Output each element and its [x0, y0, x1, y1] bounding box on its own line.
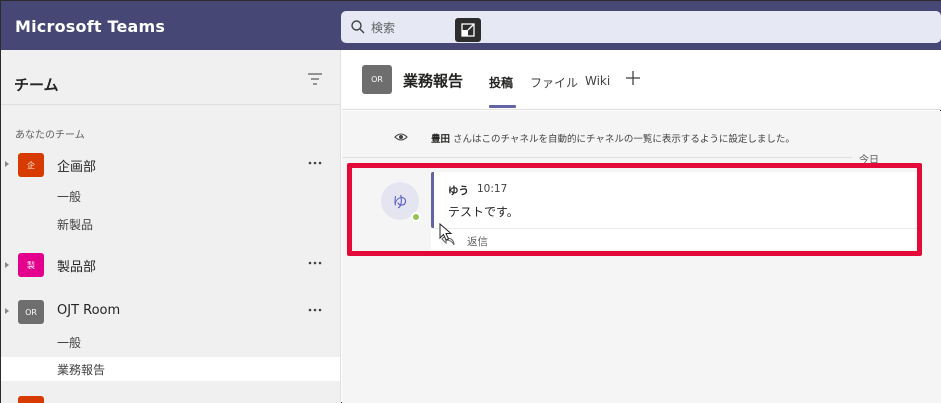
system-message-actor: 豊田 [431, 134, 451, 145]
channel-item-business-report[interactable]: 業務報告 [1, 357, 340, 381]
team-name: 製品部 [57, 260, 97, 275]
active-tab-indicator [489, 105, 516, 108]
more-options-icon[interactable] [307, 260, 323, 266]
channel-header: OR 業務報告 投稿 ファイル Wiki [342, 50, 941, 110]
system-message-text: 豊田 さんはこのチャネルを自動的にチャネルの一覧に表示するように設定しました。 [431, 131, 795, 145]
team-avatar: 企 [18, 153, 44, 177]
mouse-cursor-icon [439, 223, 453, 241]
eye-icon [394, 133, 408, 141]
team-avatar: OR [18, 300, 44, 324]
team-item-product[interactable]: 製 製品部 [1, 248, 340, 280]
team-avatar [18, 396, 44, 403]
message-body: テストです。 [448, 205, 519, 219]
team-avatar: 製 [18, 253, 44, 277]
reply-button[interactable]: 返信 [431, 228, 918, 250]
channel-title: 業務報告 [403, 72, 464, 90]
tab-wiki[interactable]: Wiki [585, 74, 610, 88]
channel-item-general[interactable]: 一般 [1, 184, 340, 208]
sidebar-divider [1, 104, 340, 105]
channel-label: 新製品 [57, 218, 94, 232]
filter-icon[interactable] [307, 72, 323, 86]
app-title: Microsoft Teams [15, 17, 166, 36]
tab-files[interactable]: ファイル [530, 74, 578, 91]
sidebar-title: チーム [14, 76, 59, 94]
team-item-ojt-room[interactable]: OR OJT Room [1, 295, 340, 327]
date-label: 今日 [859, 155, 879, 166]
message-card[interactable]: ゆう 10:17 テストです。 [431, 172, 918, 228]
tab-posts[interactable]: 投稿 [489, 74, 513, 91]
add-tab-icon[interactable] [626, 71, 640, 85]
date-divider [342, 157, 852, 158]
team-name: 企画部 [57, 160, 97, 175]
more-options-icon[interactable] [307, 160, 323, 166]
more-options-icon[interactable] [307, 307, 323, 313]
system-message: 豊田 さんはこのチャネルを自動的にチャネルの一覧に表示するように設定しました。 [342, 129, 941, 149]
search-box[interactable]: 検索 [341, 11, 941, 43]
team-name: OJT Room [57, 303, 121, 318]
channel-label: 一般 [57, 336, 82, 350]
channel-item-new-product[interactable]: 新製品 [1, 212, 340, 236]
teams-sidebar: チーム あなたのチーム 企 企画部 一般 新製品 製 製品部 OR OJT Ro… [1, 50, 341, 403]
system-message-body: さんはこのチャネルを自動的にチャネルの一覧に表示するように設定しました。 [450, 134, 795, 145]
channel-avatar: OR [362, 65, 392, 94]
message-timestamp: 10:17 [477, 183, 508, 195]
presence-available-icon [411, 212, 421, 222]
channel-label: 一般 [57, 190, 82, 204]
search-placeholder: 検索 [371, 21, 396, 35]
popout-icon[interactable] [455, 18, 481, 42]
section-label-your-teams: あなたのチーム [15, 130, 85, 141]
search-icon [351, 20, 365, 34]
channel-label: 業務報告 [57, 363, 106, 377]
message-author: ゆう [448, 185, 469, 197]
app-header: Microsoft Teams 検索 [1, 1, 941, 50]
team-item-planning[interactable]: 企 企画部 [1, 148, 340, 180]
message-feed: 豊田 さんはこのチャネルを自動的にチャネルの一覧に表示するように設定しました。 … [342, 111, 941, 403]
reply-label: 返信 [467, 236, 488, 248]
channel-item-general[interactable]: 一般 [1, 330, 340, 354]
